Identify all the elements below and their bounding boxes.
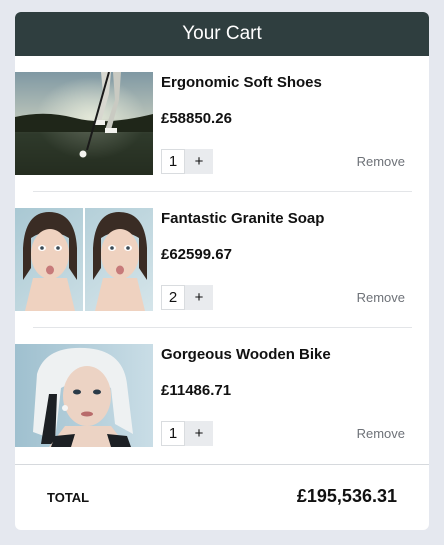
cart-item: Fantastic Granite Soap £62599.67 2 + Rem… bbox=[15, 192, 429, 328]
cart-title: Your Cart bbox=[182, 23, 262, 44]
product-price: £58850.26 bbox=[161, 110, 232, 127]
cart-footer: TOTAL £195,536.31 bbox=[15, 464, 429, 530]
quantity-value: 2 bbox=[161, 285, 185, 310]
quantity-stepper: 2 + bbox=[161, 285, 213, 310]
product-image bbox=[15, 208, 153, 311]
product-name: Gorgeous Wooden Bike bbox=[161, 346, 331, 363]
quantity-stepper: 1 + bbox=[161, 421, 213, 446]
product-price: £11486.71 bbox=[161, 382, 232, 399]
cart-item: Gorgeous Wooden Bike £11486.71 1 + Remov… bbox=[15, 328, 429, 464]
cart-item: Ergonomic Soft Shoes £58850.26 1 + Remov… bbox=[15, 56, 429, 192]
quantity-value: 1 bbox=[161, 421, 185, 446]
product-price: £62599.67 bbox=[161, 246, 232, 263]
product-image bbox=[15, 72, 153, 175]
total-value: £195,536.31 bbox=[296, 486, 397, 506]
remove-button[interactable]: Remove bbox=[357, 154, 405, 169]
product-image bbox=[15, 344, 153, 447]
cart-panel: Your Cart Ergonomic Soft Shoes £58850.26… bbox=[15, 12, 429, 530]
total-label: TOTAL bbox=[47, 490, 90, 505]
increase-quantity-button[interactable]: + bbox=[185, 285, 213, 310]
remove-button[interactable]: Remove bbox=[357, 290, 405, 305]
quantity-value: 1 bbox=[161, 149, 185, 174]
remove-button[interactable]: Remove bbox=[357, 426, 405, 441]
increase-quantity-button[interactable]: + bbox=[185, 149, 213, 174]
cart-header: Your Cart bbox=[15, 12, 429, 56]
product-name: Ergonomic Soft Shoes bbox=[161, 74, 322, 91]
product-name: Fantastic Granite Soap bbox=[161, 210, 325, 227]
quantity-stepper: 1 + bbox=[161, 149, 213, 174]
increase-quantity-button[interactable]: + bbox=[185, 421, 213, 446]
